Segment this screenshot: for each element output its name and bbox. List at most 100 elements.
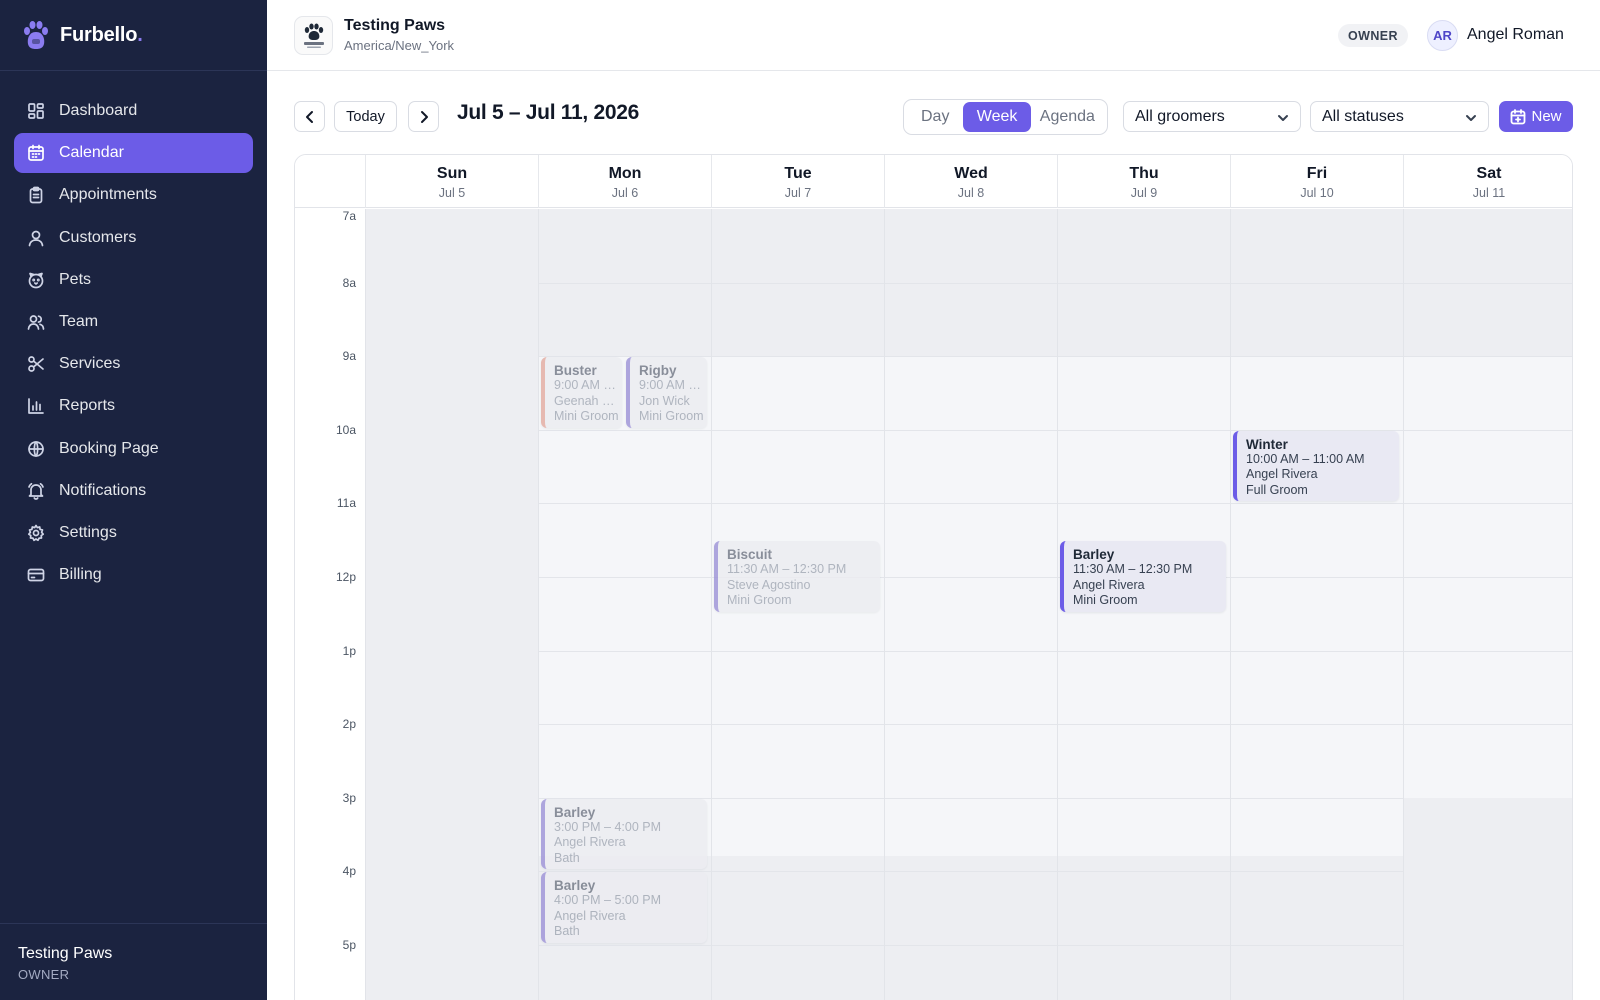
- day-header-mon[interactable]: Mon Jul 6: [538, 155, 711, 208]
- sidebar-footer[interactable]: Testing Paws OWNER: [0, 923, 267, 1000]
- globe-icon: [27, 440, 45, 458]
- appointment-service: Mini Groom: [1073, 593, 1138, 608]
- new-button-label: New: [1531, 108, 1562, 125]
- appointment-time: 9:00 AM – 10:00 AM: [554, 378, 622, 393]
- appointment-groomer: Steve Agostino: [727, 577, 811, 592]
- appointment-pet: Barley: [1073, 547, 1115, 563]
- bell-icon: [27, 482, 45, 500]
- appointment-groomer: Angel Rivera: [1073, 577, 1145, 592]
- sidebar-item-services[interactable]: Services: [14, 344, 253, 384]
- chevron-right-icon: [420, 110, 428, 123]
- prev-week-button[interactable]: [294, 101, 325, 132]
- calendar-header: Sun Jul 5 Mon Jul 6 Tue Jul 7 Wed Jul 8 Thu Jul 9…: [295, 155, 1572, 208]
- sidebar-item-pets[interactable]: Pets: [14, 260, 253, 300]
- appointment-service: Bath: [554, 924, 580, 939]
- appointment-pet: Barley: [554, 804, 596, 820]
- groomer-filter-select[interactable]: All groomers: [1123, 101, 1301, 132]
- next-week-button[interactable]: [408, 101, 439, 132]
- sidebar-item-customers[interactable]: Customers: [14, 218, 253, 258]
- sidebar: Furbello. Dashboard Calendar Appointments C…: [0, 0, 267, 1000]
- user-name[interactable]: Angel Roman: [1467, 26, 1564, 44]
- brand[interactable]: Furbello.: [0, 0, 267, 71]
- day-date: Jul 6: [611, 186, 639, 200]
- calendar-icon: [27, 144, 45, 162]
- sidebar-item-calendar[interactable]: Calendar: [14, 133, 253, 174]
- day-header-thu[interactable]: Thu Jul 9: [1057, 155, 1230, 208]
- new-appointment-button[interactable]: New: [1499, 101, 1573, 132]
- day-column-divider: [1230, 209, 1231, 1000]
- time-gutter: 7a 8a 9a 10a 11a 12p 1p 2p 3p 4p 5p: [295, 209, 365, 1000]
- sidebar-item-booking-page[interactable]: Booking Page: [14, 429, 253, 469]
- status-filter-value: All statuses: [1322, 107, 1404, 125]
- view-agenda-tab[interactable]: Agenda: [1031, 102, 1104, 132]
- today-button[interactable]: Today: [334, 101, 397, 132]
- appointment-card[interactable]: Barley 11:30 AM – 12:30 PM Angel Rivera Min…: [1060, 541, 1226, 612]
- day-name: Mon: [608, 165, 642, 182]
- brand-name: Furbello.: [60, 23, 143, 46]
- business-timezone: America/New_York: [344, 38, 455, 53]
- day-name: Thu: [1129, 165, 1159, 182]
- hour-label: 2p: [342, 717, 356, 732]
- credit-card-icon: [27, 566, 45, 584]
- hour-label: 5p: [342, 938, 356, 952]
- sidebar-item-billing[interactable]: Billing: [14, 555, 253, 595]
- view-week-tab[interactable]: Week: [963, 102, 1031, 132]
- appointment-pet: Barley: [554, 878, 596, 894]
- sidebar-item-label: Team: [59, 312, 99, 330]
- day-name: Wed: [954, 165, 988, 182]
- hour-label: 12p: [335, 570, 356, 584]
- view-day-tab[interactable]: Day: [907, 102, 963, 132]
- appointment-card[interactable]: Buster9:00 AM – 10:00 AMGeenah SmithMini…: [541, 357, 622, 428]
- sidebar-item-label: Notifications: [59, 481, 147, 499]
- chevron-down-icon: [1277, 111, 1289, 123]
- status-filter-select[interactable]: All statuses: [1310, 101, 1489, 132]
- sidebar-item-label: Billing: [59, 566, 102, 584]
- day-date: Jul 8: [957, 186, 985, 200]
- day-date: Jul 11: [1472, 186, 1506, 200]
- appointment-card[interactable]: Barley 3:00 PM – 4:00 PM Angel Rivera Bath: [541, 798, 707, 870]
- appointment-groomer: Jon Wick: [639, 393, 690, 408]
- appointment-card[interactable]: Barley 4:00 PM – 5:00 PM Angel Rivera Bath: [541, 872, 707, 943]
- day-header-sat[interactable]: Sat Jul 11: [1403, 155, 1572, 208]
- day-header-sun[interactable]: Sun Jul 5: [365, 155, 538, 208]
- appointment-service: Mini Groom: [554, 409, 619, 424]
- chevron-left-icon: [305, 110, 313, 123]
- footer-role: OWNER: [18, 967, 70, 982]
- calendar-grid[interactable]: Buster9:00 AM – 10:00 AMGeenah SmithMini…: [365, 209, 1572, 1000]
- business-logo[interactable]: [294, 16, 333, 55]
- appointment-time: 3:00 PM – 4:00 PM: [554, 819, 662, 834]
- day-header-wed[interactable]: Wed Jul 8: [884, 155, 1057, 208]
- hour-label: 11a: [336, 496, 356, 511]
- day-header-fri[interactable]: Fri Jul 10: [1230, 155, 1403, 208]
- sidebar-item-notifications[interactable]: Notifications: [14, 471, 253, 511]
- day-column-divider: [711, 209, 712, 1000]
- hour-label: 9a: [342, 349, 356, 364]
- day-date: Jul 5: [438, 186, 466, 200]
- sidebar-item-label: Appointments: [59, 186, 157, 204]
- appointment-service: Full Groom: [1246, 482, 1308, 497]
- user-icon: [27, 229, 45, 247]
- sidebar-item-reports[interactable]: Reports: [14, 386, 253, 426]
- sidebar-item-label: Booking Page: [59, 439, 159, 457]
- closed-hours-shade: [1403, 797, 1572, 1000]
- topbar: Testing Paws America/New_York OWNER AR A…: [267, 0, 1600, 71]
- sidebar-item-label: Calendar: [59, 144, 124, 162]
- date-range-title: Jul 5 – Jul 11, 2026: [457, 101, 639, 124]
- day-header-tue[interactable]: Tue Jul 7: [711, 155, 884, 208]
- bar-chart-icon: [27, 397, 45, 415]
- appointment-time: 4:00 PM – 5:00 PM: [554, 893, 662, 908]
- paw-face-icon: [27, 271, 45, 289]
- sidebar-item-settings[interactable]: Settings: [14, 513, 253, 553]
- sidebar-item-dashboard[interactable]: Dashboard: [14, 91, 253, 131]
- appointment-card[interactable]: Rigby9:00 AM – 10:00 AMJon WickMini Groo…: [626, 357, 707, 428]
- sidebar-item-appointments[interactable]: Appointments: [14, 175, 253, 215]
- clipboard-icon: [27, 186, 45, 204]
- appointment-time: 11:30 AM – 12:30 PM: [1073, 562, 1193, 577]
- avatar[interactable]: AR: [1427, 20, 1458, 51]
- appointment-groomer: Angel Rivera: [554, 908, 626, 923]
- day-date: Jul 7: [784, 186, 812, 200]
- appointment-card[interactable]: Winter 10:00 AM – 11:00 AM Angel Rivera Ful…: [1233, 430, 1399, 502]
- sidebar-item-team[interactable]: Team: [14, 302, 253, 342]
- hour-gridline: [365, 945, 1572, 946]
- appointment-card[interactable]: Biscuit 11:30 AM – 12:30 PM Steve Agostino…: [714, 541, 880, 612]
